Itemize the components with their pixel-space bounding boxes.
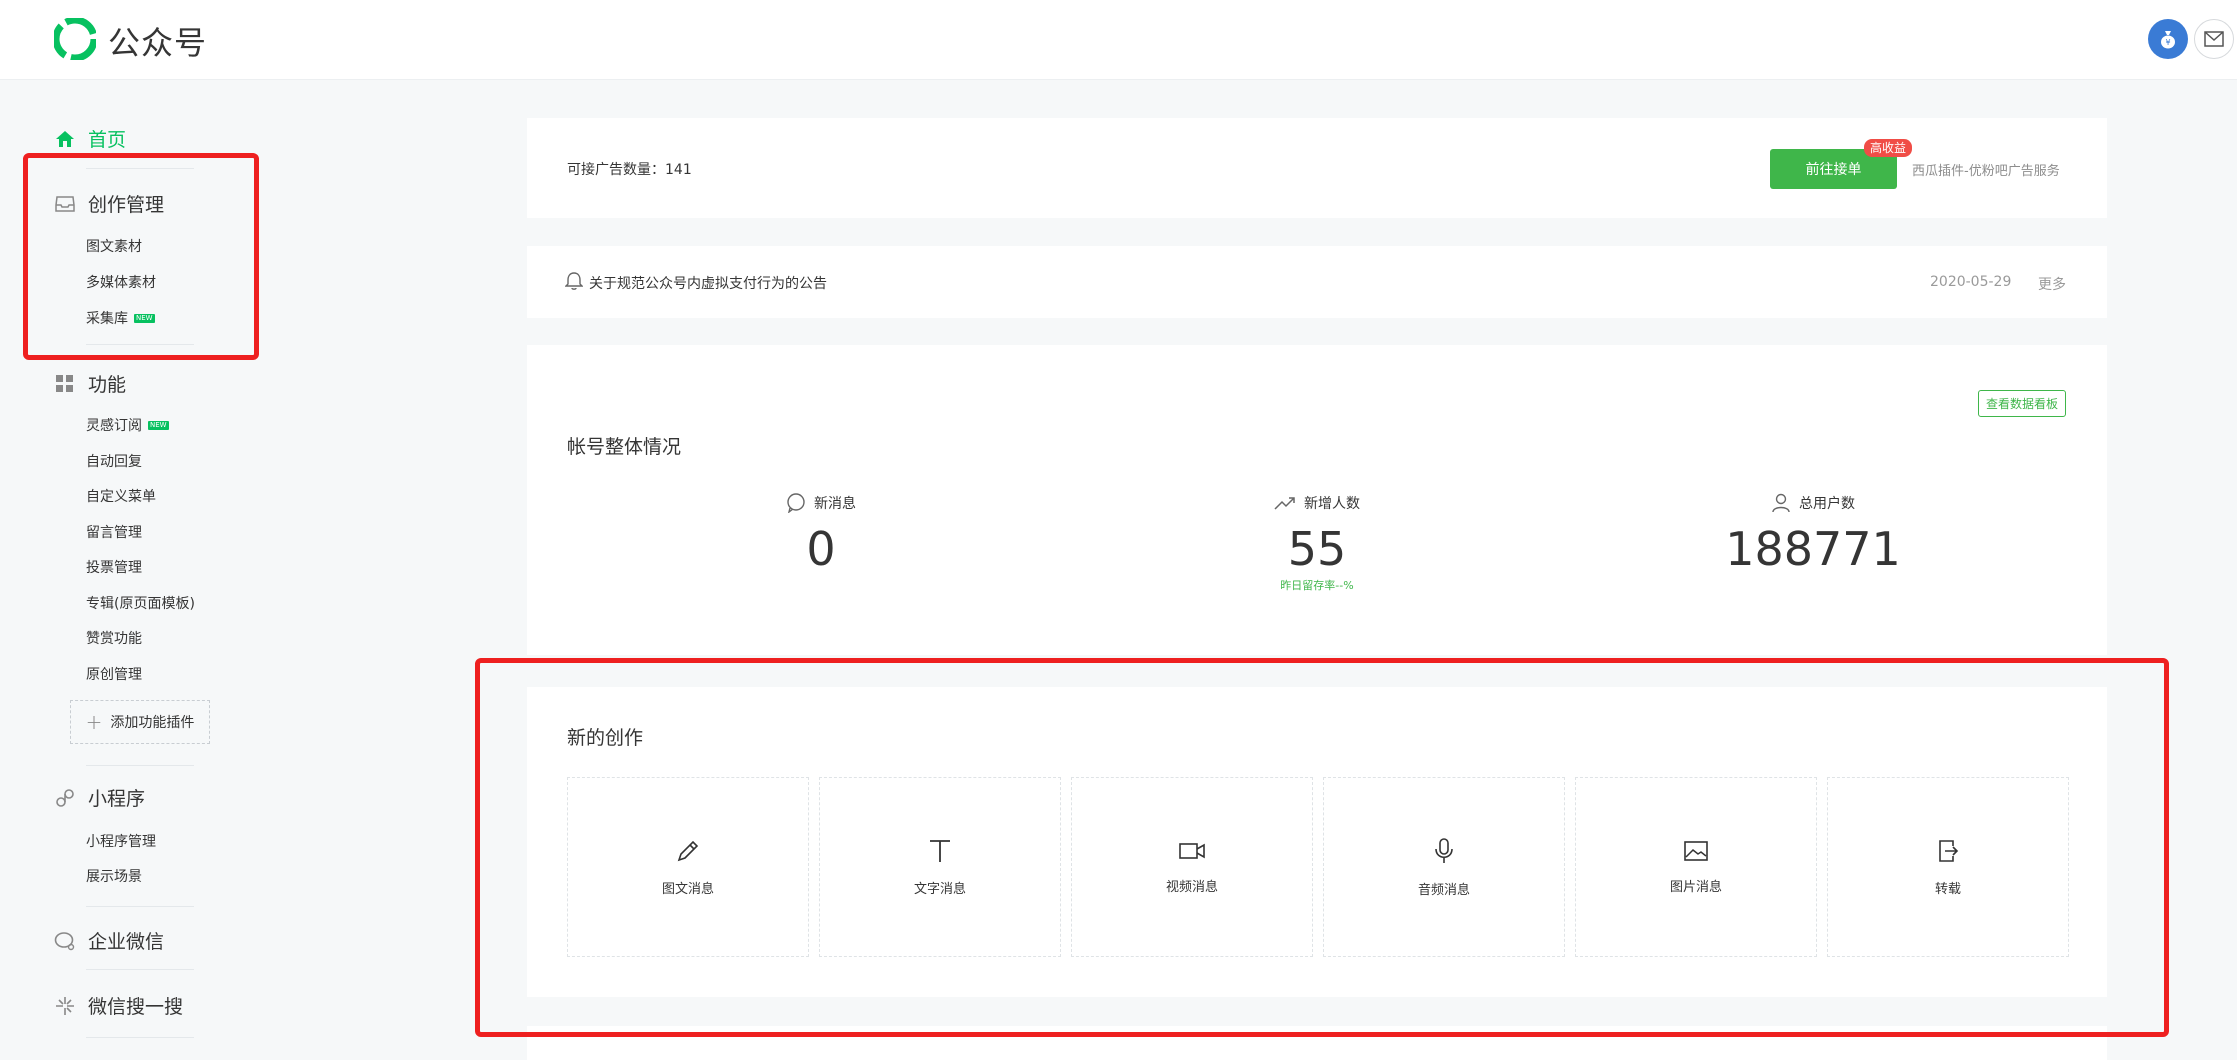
grid-icon bbox=[54, 373, 76, 395]
add-plugin-button[interactable]: + 添加功能插件 bbox=[70, 700, 210, 744]
divider bbox=[86, 969, 194, 970]
mail-icon bbox=[2204, 31, 2224, 47]
app-logo[interactable]: 公众号 bbox=[52, 16, 208, 64]
bell-icon bbox=[564, 271, 584, 295]
sidebar-sub-auto-reply[interactable]: 自动回复 bbox=[86, 451, 142, 471]
notice-link[interactable]: 关于规范公众号内虚拟支付行为的公告 bbox=[589, 273, 827, 293]
avatar[interactable]: ¥ bbox=[2148, 19, 2188, 59]
view-dashboard-button[interactable]: 查看数据看板 bbox=[1978, 390, 2066, 417]
chat-bubble-icon bbox=[787, 493, 805, 513]
sidebar-item-label: 首页 bbox=[88, 129, 127, 151]
user-icon bbox=[1772, 493, 1790, 513]
stat-value: 55 bbox=[1287, 522, 1347, 576]
sidebar-sub-inspiration[interactable]: 灵感订阅 NEW bbox=[86, 415, 169, 435]
sidebar-item-search[interactable]: 微信搜一搜 bbox=[54, 992, 183, 1019]
mail-button[interactable] bbox=[2194, 19, 2234, 59]
sidebar-item-wecom[interactable]: 企业微信 bbox=[54, 927, 164, 954]
sidebar-item-label: 微信搜一搜 bbox=[88, 996, 184, 1018]
sidebar-item-label: 小程序 bbox=[88, 788, 146, 810]
high-revenue-badge: 高收益 bbox=[1864, 139, 1913, 157]
sidebar-sub-original[interactable]: 原创管理 bbox=[86, 664, 142, 684]
ad-service-link[interactable]: 西瓜插件-优粉吧广告服务 bbox=[1912, 160, 2060, 179]
notice-card: 关于规范公众号内虚拟支付行为的公告 2020-05-29 更多 bbox=[527, 246, 2107, 318]
home-icon bbox=[54, 128, 76, 150]
highlight-box-new-creation bbox=[475, 658, 2169, 1037]
plus-icon: + bbox=[85, 710, 103, 734]
ads-card: 可接广告数量：141 前往接单 高收益 西瓜插件-优粉吧广告服务 bbox=[527, 118, 2107, 218]
divider bbox=[86, 765, 194, 766]
highlight-box-creation-management bbox=[23, 153, 259, 360]
divider bbox=[86, 1037, 194, 1038]
sidebar-item-miniprogram[interactable]: 小程序 bbox=[54, 784, 145, 811]
svg-text:¥: ¥ bbox=[2165, 38, 2170, 47]
top-header: 公众号 ¥ bbox=[0, 0, 2237, 80]
stat-value: 0 bbox=[806, 522, 836, 576]
stat-new-followers[interactable]: 新增人数 55 昨日留存率--% bbox=[1197, 493, 1437, 593]
stat-total-users[interactable]: 总用户数 188771 bbox=[1693, 493, 1933, 575]
sidebar-sub-rewards[interactable]: 赞赏功能 bbox=[86, 628, 142, 648]
stat-new-messages[interactable]: 新消息 0 bbox=[701, 493, 941, 575]
sidebar-item-label: 企业微信 bbox=[88, 931, 165, 953]
wechat-logo-icon bbox=[52, 16, 98, 64]
sidebar-sub-votes[interactable]: 投票管理 bbox=[86, 557, 142, 577]
app-title: 公众号 bbox=[108, 24, 208, 62]
sidebar-sub-custom-menu[interactable]: 自定义菜单 bbox=[86, 486, 156, 506]
retention-note: 昨日留存率--% bbox=[1280, 579, 1354, 592]
divider bbox=[86, 906, 194, 907]
trend-up-icon bbox=[1274, 497, 1295, 510]
sidebar-sub-display-scene[interactable]: 展示场景 bbox=[86, 866, 142, 886]
miniprogram-icon bbox=[54, 787, 76, 809]
overview-title: 帐号整体情况 bbox=[567, 436, 682, 458]
stat-value: 188771 bbox=[1725, 522, 1901, 576]
new-badge: NEW bbox=[148, 420, 169, 430]
overview-card: 查看数据看板 帐号整体情况 新消息 0 新增人数 55 昨日留存率--% 总用户… bbox=[527, 345, 2107, 655]
notice-date: 2020-05-29 bbox=[1930, 274, 2012, 290]
notice-more-link[interactable]: 更多 bbox=[2038, 274, 2066, 294]
sidebar-sub-albums[interactable]: 专辑(原页面模板) bbox=[86, 593, 195, 613]
money-bag-icon: ¥ bbox=[2161, 31, 2175, 49]
sidebar-sub-miniprogram-manage[interactable]: 小程序管理 bbox=[86, 831, 156, 851]
ads-count: 可接广告数量：141 bbox=[567, 162, 692, 178]
search-sparkle-icon bbox=[54, 995, 76, 1017]
wecom-icon bbox=[54, 930, 76, 952]
sidebar-item-home[interactable]: 首页 bbox=[54, 125, 126, 152]
sidebar-sub-comments[interactable]: 留言管理 bbox=[86, 522, 142, 542]
sidebar-item-label: 功能 bbox=[88, 374, 127, 396]
sidebar-item-features[interactable]: 功能 bbox=[54, 370, 126, 397]
